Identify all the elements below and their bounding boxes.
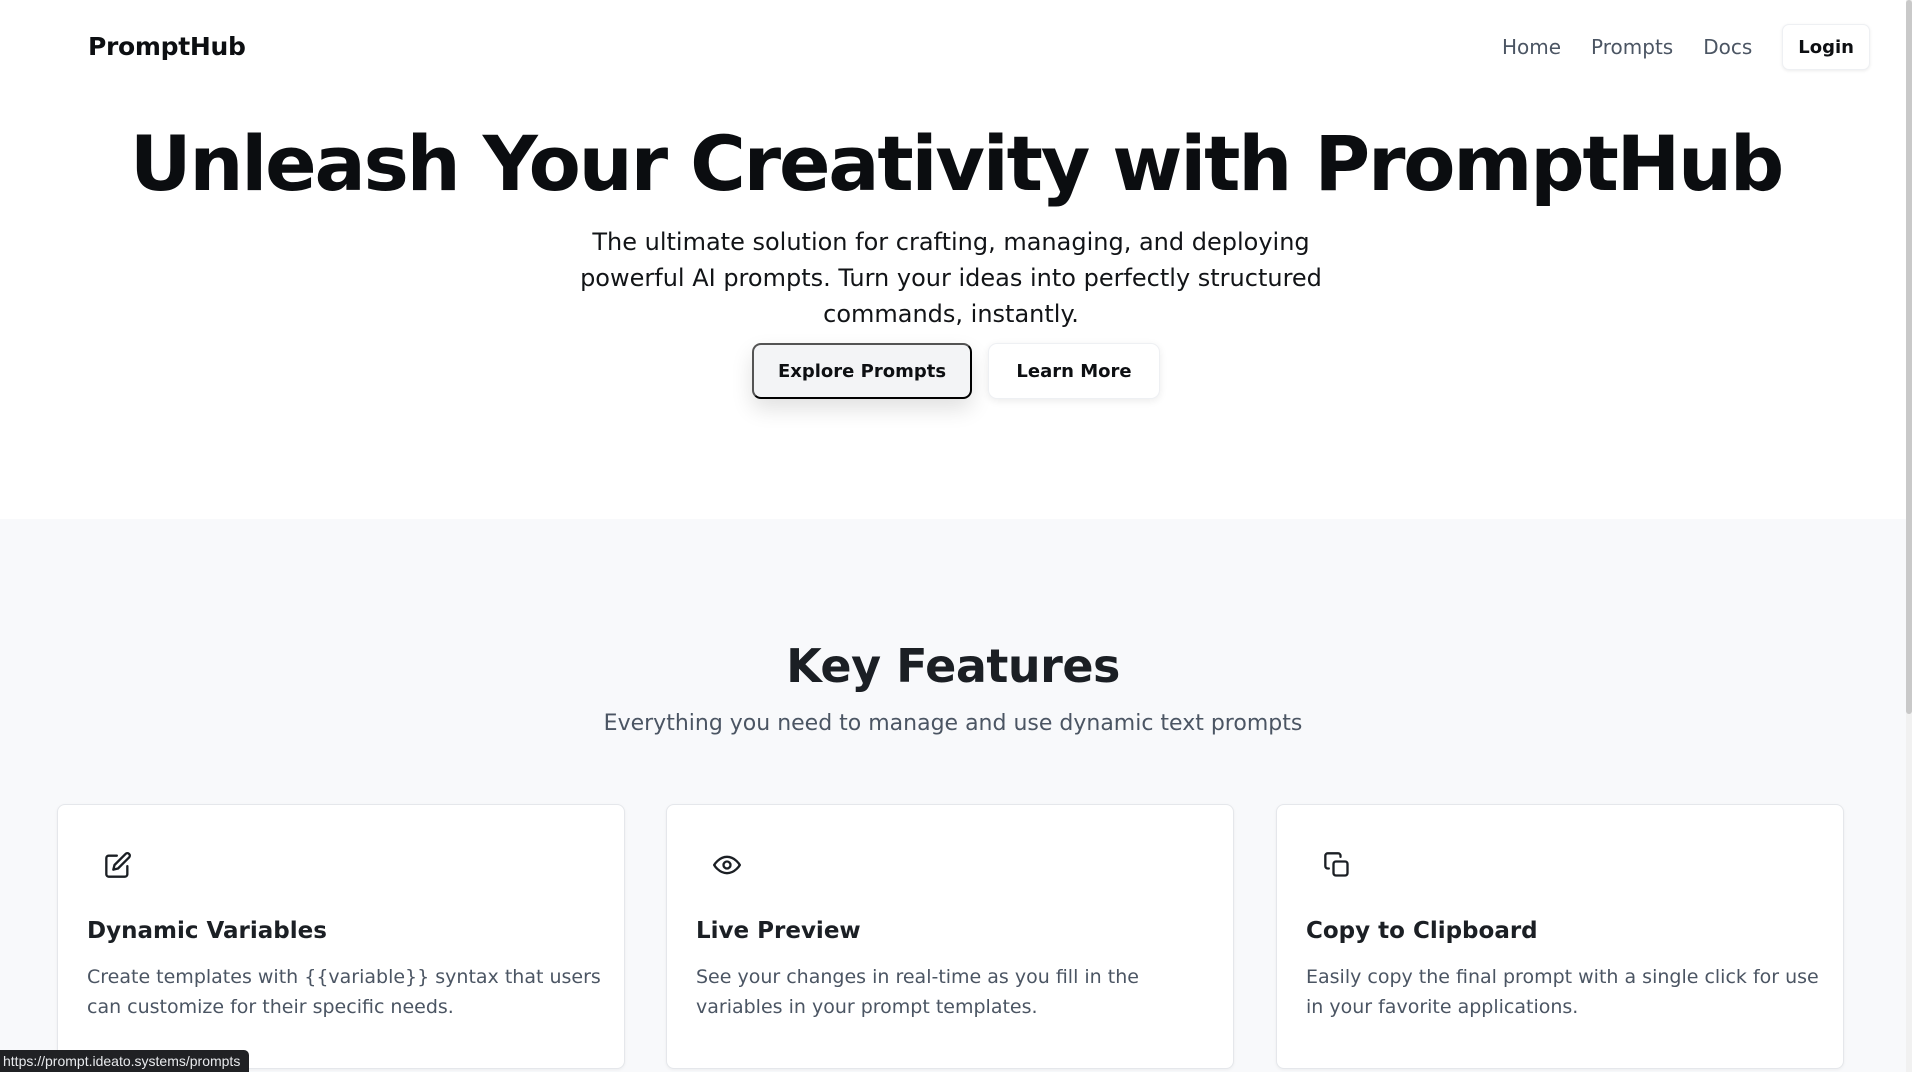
features-section: Key Features Everything you need to mana… — [0, 519, 1906, 1072]
nav-link-docs[interactable]: Docs — [1703, 35, 1752, 59]
hero-subtitle: The ultimate solution for crafting, mana… — [580, 228, 1322, 328]
hero-section: Unleash Your Creativity with PromptHub T… — [0, 96, 1912, 519]
hero-title: Unleash Your Creativity with PromptHub — [129, 119, 1784, 208]
copy-icon — [1323, 851, 1351, 879]
features-title: Key Features — [786, 639, 1120, 693]
card-title: Copy to Clipboard — [1306, 918, 1538, 944]
feature-card-dynamic-variables: Dynamic Variables Create templates with … — [57, 804, 625, 1069]
card-description: Easily copy the final prompt with a sing… — [1306, 966, 1819, 1018]
hero-buttons: Explore Prompts Learn More — [0, 343, 1912, 399]
card-description: Create templates with {{variable}} synta… — [87, 966, 601, 1018]
feature-card-live-preview: Live Preview See your changes in real-ti… — [666, 804, 1234, 1069]
features-subtitle: Everything you need to manage and use dy… — [603, 711, 1303, 736]
login-button[interactable]: Login — [1782, 24, 1870, 70]
explore-prompts-button[interactable]: Explore Prompts — [752, 343, 972, 399]
nav-link-home[interactable]: Home — [1502, 35, 1561, 59]
navbar: PromptHub Home Prompts Docs Login — [0, 0, 1912, 96]
card-description: See your changes in real-time as you fil… — [696, 966, 1139, 1018]
nav-link-prompts[interactable]: Prompts — [1591, 35, 1673, 59]
eye-icon — [713, 851, 741, 879]
card-title: Dynamic Variables — [87, 918, 327, 944]
link-preview-url: https://prompt.ideato.systems/prompts — [0, 1050, 250, 1072]
edit-icon — [104, 851, 132, 879]
learn-more-button[interactable]: Learn More — [988, 343, 1160, 399]
feature-card-copy-to-clipboard: Copy to Clipboard Easily copy the final … — [1276, 804, 1844, 1069]
nav-links: Home Prompts Docs Login — [1502, 23, 1870, 71]
scrollbar-thumb[interactable] — [1906, 0, 1912, 714]
card-title: Live Preview — [696, 918, 861, 944]
brand-logo[interactable]: PromptHub — [88, 32, 246, 61]
page-scrollbar[interactable] — [1906, 0, 1912, 1072]
